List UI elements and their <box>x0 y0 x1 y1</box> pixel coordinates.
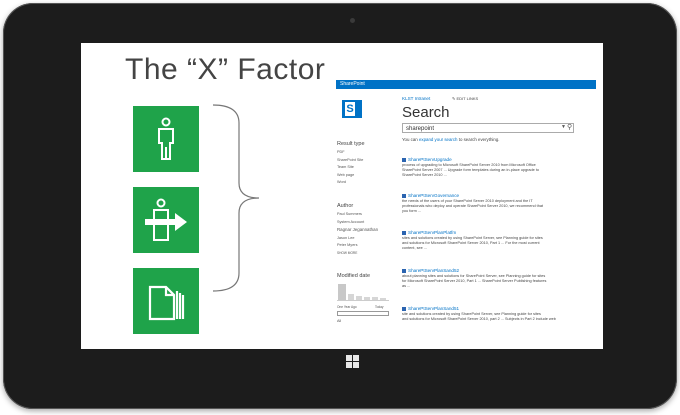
camera-icon <box>350 18 355 23</box>
refiner-item[interactable]: Paul Summers <box>337 212 397 216</box>
tile-documents <box>133 268 199 334</box>
refiner-item[interactable]: System Account <box>337 220 397 224</box>
breadcrumb[interactable]: KLST Intranet <box>402 96 430 101</box>
expand-search-link[interactable]: expand your search <box>419 137 458 142</box>
document-icon <box>402 230 406 235</box>
result-title[interactable]: SharePtServGovernance <box>402 193 582 198</box>
result-snippet: and solutions for Microsoft SharePoint S… <box>402 316 556 321</box>
refiner-item[interactable]: Word <box>337 180 397 184</box>
tile-person-arrow <box>133 187 199 253</box>
search-hint: You can expand your search to search eve… <box>402 137 500 142</box>
search-result: SharePtServPlanSand51 site and solutions… <box>402 306 582 322</box>
refiner-modified-date: Modified date One Year Ago Today All <box>337 273 397 327</box>
person-icon <box>158 117 174 160</box>
slide-title: The “X” Factor <box>125 53 326 86</box>
windows-logo-icon[interactable] <box>346 355 360 369</box>
refiner-result-type: Result type PDF SharePoint Site Team Sit… <box>337 141 397 188</box>
date-all-label[interactable]: All <box>337 319 397 323</box>
result-snippet: you form ... <box>402 208 421 213</box>
show-more-link[interactable]: SHOW MORE <box>337 251 397 255</box>
hint-prefix: You can <box>402 137 419 142</box>
result-snippet: SharePoint Server 2010 ... <box>402 172 447 177</box>
tile-person <box>133 106 199 172</box>
sharepoint-top-bar[interactable]: SharePoint <box>336 80 596 89</box>
document-icon <box>402 268 406 273</box>
curly-brace-connector <box>212 104 260 292</box>
refiner-item[interactable]: PDF <box>337 150 397 154</box>
refiner-heading: Modified date <box>337 273 371 279</box>
date-to-label: Today <box>375 305 384 309</box>
result-title-text: SharePtServUpgrade <box>408 157 452 162</box>
result-title[interactable]: SharePtServUpgrade <box>402 157 582 162</box>
result-title-text: SharePtServPlanSand52 <box>408 268 460 273</box>
sharepoint-search-page: SharePoint S KLST Intranet ✎ EDIT LINKS … <box>336 80 596 349</box>
refiner-author: Author Paul Summers System Account Ragna… <box>337 203 397 258</box>
result-title-text: SharePtServPlanPlatfm <box>408 230 457 235</box>
refiner-item[interactable]: Peter Myers <box>337 243 397 247</box>
search-result: SharePtServGovernance the needs of the u… <box>402 193 582 213</box>
refiner-item[interactable]: Jason Lee <box>337 236 397 240</box>
refiner-item[interactable]: Web page <box>337 173 397 177</box>
hint-suffix: to search everything. <box>457 137 500 142</box>
tablet-bezel: The “X” Factor SharePoint S KLST Intrane… <box>3 3 677 409</box>
search-icon[interactable]: ⚲ <box>567 123 572 131</box>
search-result: SharePtServPlanPlatfm sites and solution… <box>402 230 582 250</box>
sharepoint-logo-letter: S <box>345 102 355 116</box>
result-title[interactable]: SharePtServPlanPlatfm <box>402 230 582 235</box>
document-icon <box>402 157 406 162</box>
result-title[interactable]: SharePtServPlanSand51 <box>402 306 582 311</box>
page-title: Search <box>402 104 450 121</box>
search-result: SharePtServUpgrade process of upgrading … <box>402 157 582 177</box>
edit-links-label: EDIT LINKS <box>456 96 479 101</box>
search-result: SharePtServPlanSand52 about planning sit… <box>402 268 582 288</box>
person-with-arrow-icon <box>145 198 187 241</box>
refiner-heading: Result type <box>337 141 365 147</box>
dropdown-arrow-icon[interactable]: ▼ <box>561 124 566 130</box>
refiner-item[interactable]: Ragnar Jegannathan <box>337 227 397 232</box>
date-slider[interactable] <box>337 311 389 316</box>
search-input[interactable]: sharepoint <box>402 123 574 133</box>
document-icon <box>402 306 406 311</box>
date-from-label: One Year Ago <box>337 305 357 309</box>
result-title[interactable]: SharePtServPlanSand52 <box>402 268 582 273</box>
result-title-text: SharePtServPlanSand51 <box>408 306 460 311</box>
refiner-item[interactable]: Team Site <box>337 165 397 169</box>
refiner-item[interactable]: SharePoint Site <box>337 158 397 162</box>
refiner-heading: Author <box>337 203 354 209</box>
date-histogram <box>337 284 389 301</box>
document-icon <box>402 193 406 198</box>
edit-links-button[interactable]: ✎ EDIT LINKS <box>452 96 478 101</box>
result-snippet: as ... <box>402 283 411 288</box>
result-title-text: SharePtServGovernance <box>408 193 460 198</box>
result-snippet: content, see ... <box>402 245 427 250</box>
sharepoint-logo-icon[interactable]: S <box>342 100 362 118</box>
documents-icon <box>148 285 185 321</box>
slide-screen: The “X” Factor SharePoint S KLST Intrane… <box>81 43 603 349</box>
